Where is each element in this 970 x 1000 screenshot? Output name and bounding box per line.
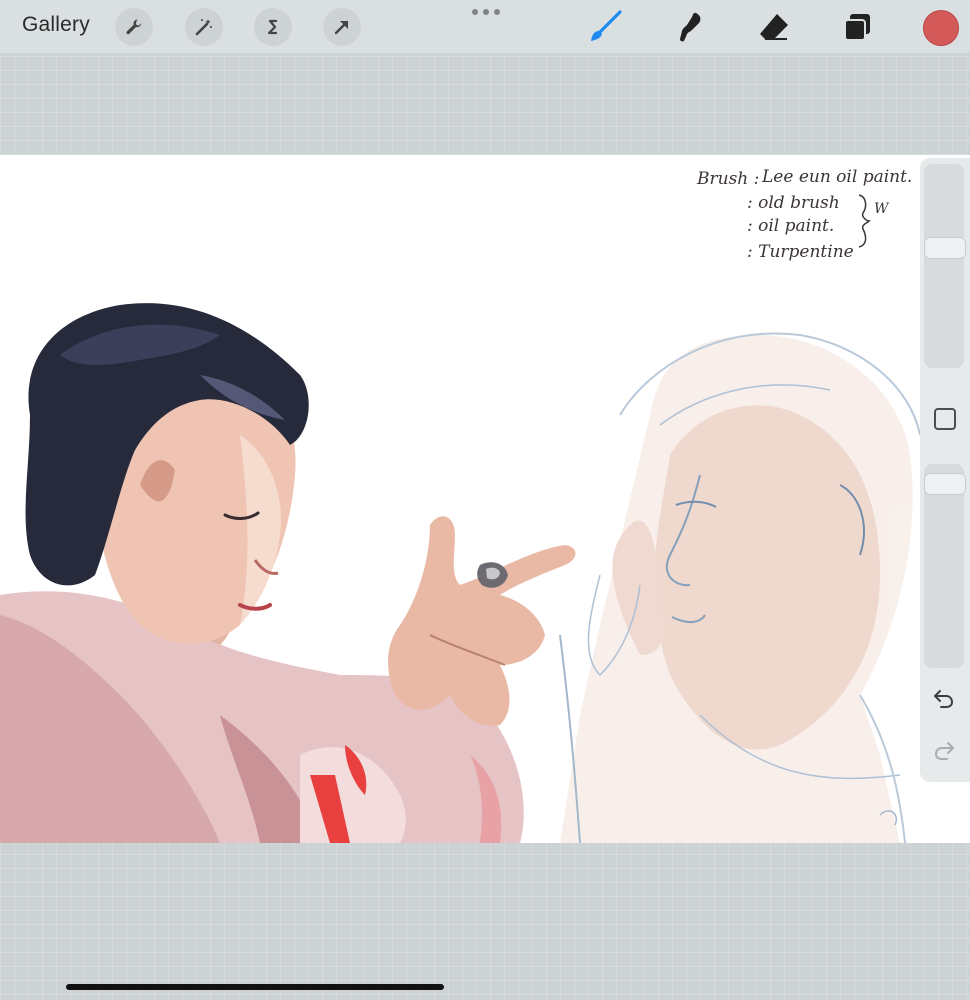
note-oil-paint: : oil paint. bbox=[747, 216, 835, 236]
more-options-icon[interactable] bbox=[472, 4, 500, 20]
smudge-icon bbox=[680, 12, 701, 42]
note-old-brush: : old brush bbox=[747, 193, 840, 213]
note-side-mark: W bbox=[874, 201, 889, 217]
note-turpentine: : Turpentine bbox=[747, 242, 854, 262]
brush-sidebar bbox=[920, 158, 970, 782]
layers-icon bbox=[844, 14, 870, 41]
opacity-thumb[interactable] bbox=[924, 473, 966, 495]
adjustments-button[interactable] bbox=[185, 8, 223, 46]
opacity-slider[interactable] bbox=[924, 464, 966, 668]
undo-icon[interactable] bbox=[932, 686, 956, 710]
magic-wand-icon bbox=[195, 19, 212, 36]
drawing-canvas[interactable]: Brush : Lee eun oil paint. : old brush :… bbox=[0, 155, 970, 843]
eraser-icon bbox=[760, 14, 788, 40]
transform-button[interactable] bbox=[323, 8, 361, 46]
brush-size-thumb[interactable] bbox=[924, 237, 966, 259]
brush-size-slider[interactable] bbox=[924, 164, 966, 368]
painted-figure bbox=[0, 303, 576, 843]
modify-button[interactable] bbox=[934, 408, 956, 430]
actions-button[interactable] bbox=[115, 8, 153, 46]
smudge-tool-button[interactable] bbox=[670, 8, 708, 46]
selection-s-icon bbox=[267, 19, 278, 35]
color-picker-button[interactable] bbox=[923, 10, 959, 46]
redo-icon[interactable] bbox=[932, 738, 956, 762]
wrench-icon bbox=[126, 19, 142, 35]
selection-button[interactable] bbox=[254, 8, 292, 46]
home-indicator bbox=[66, 984, 444, 990]
note-brush-prefix: Brush : bbox=[697, 169, 760, 189]
brush-icon bbox=[591, 10, 622, 41]
layers-button[interactable] bbox=[838, 8, 876, 46]
arrow-cursor-icon bbox=[334, 20, 349, 35]
brush-tool-button[interactable] bbox=[586, 8, 624, 46]
gallery-button[interactable]: Gallery bbox=[22, 13, 90, 37]
sketch-figure bbox=[559, 332, 921, 843]
top-toolbar: Gallery bbox=[0, 0, 970, 53]
note-brush-name: Lee eun oil paint. bbox=[762, 167, 913, 187]
eraser-tool-button[interactable] bbox=[755, 8, 793, 46]
brace-mark-icon bbox=[858, 194, 871, 248]
